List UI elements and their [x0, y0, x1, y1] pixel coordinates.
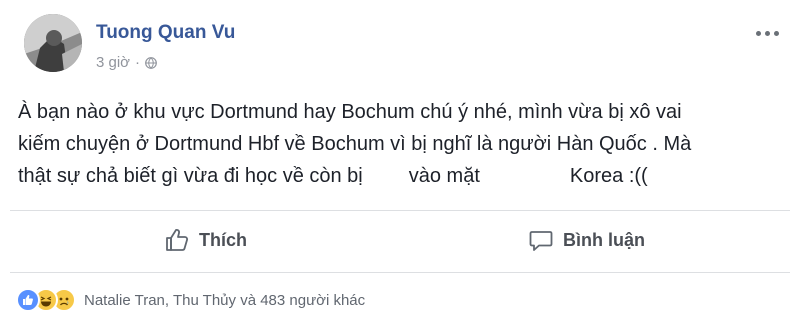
more-dot — [773, 30, 779, 36]
post-text-line: thật sự chả biết gì vừa đi học về còn bị… — [18, 160, 788, 192]
divider — [10, 210, 790, 211]
divider — [10, 272, 790, 273]
reactions-count-text[interactable]: Natalie Tran, Thu Thủy và 483 người khác — [84, 292, 365, 309]
like-reaction-icon — [16, 288, 40, 312]
comment-button-label: Bình luận — [563, 229, 645, 250]
author-name[interactable]: Tuong Quan Vu — [96, 22, 235, 44]
comment-button[interactable]: Bình luận — [528, 222, 645, 258]
thumbs-up-icon — [166, 229, 189, 251]
post-text-fragment: vào mặt — [408, 165, 480, 187]
post-timestamp[interactable]: 3 giờ — [96, 54, 130, 71]
avatar-photo — [24, 14, 82, 72]
reactions-summary[interactable]: Natalie Tran, Thu Thủy và 483 người khác — [16, 288, 365, 312]
post-card: Tuong Quan Vu 3 giờ · À bạn nào ở khu vự… — [0, 0, 800, 335]
comment-icon — [529, 231, 553, 251]
author-avatar[interactable] — [24, 14, 82, 72]
like-button[interactable]: Thích — [164, 222, 247, 258]
meta-separator: · — [135, 54, 141, 71]
more-dot — [755, 30, 761, 36]
more-dot — [764, 30, 770, 36]
post-text-line: À bạn nào ở khu vực Dortmund hay Bochum … — [18, 101, 682, 123]
more-options-icon[interactable] — [752, 26, 782, 40]
like-button-label: Thích — [199, 229, 247, 250]
globe-icon[interactable] — [145, 56, 157, 69]
post-text-fragment: Korea :(( — [569, 165, 648, 187]
post-text: À bạn nào ở khu vực Dortmund hay Bochum … — [18, 96, 788, 192]
post-meta: 3 giờ · — [96, 54, 157, 71]
post-text-fragment: thật sự chả biết gì vừa đi học về còn bị — [18, 165, 363, 187]
post-text-line: kiếm chuyện ở Dortmund Hbf về Bochum vì … — [18, 133, 692, 155]
reaction-icons — [16, 288, 76, 312]
